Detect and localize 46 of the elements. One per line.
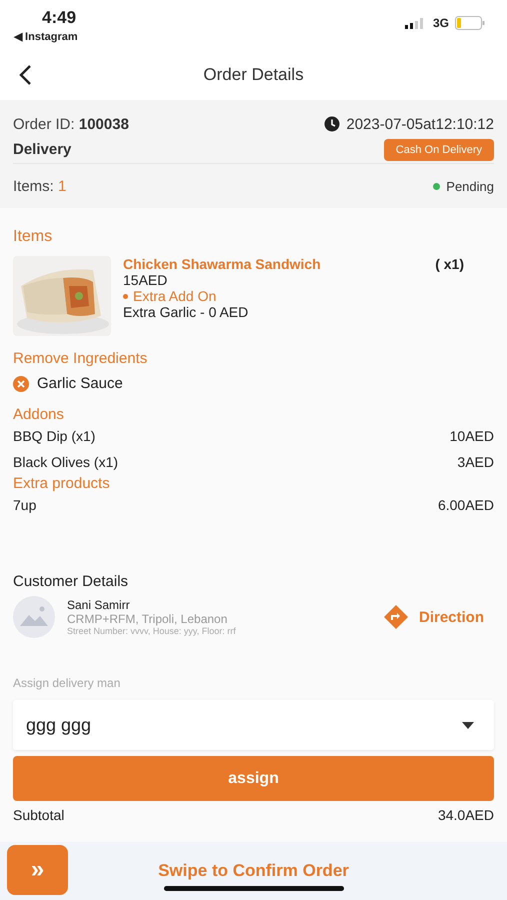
field-label: Assign delivery man (13, 676, 122, 690)
swipe-handle[interactable]: » (7, 845, 68, 895)
extra-heading: Extra Add On (133, 288, 216, 304)
dropdown-caret-icon (462, 722, 474, 728)
section-heading: Customer Details (13, 573, 130, 590)
extra-product-price: 6.00AED (438, 497, 494, 513)
section-heading: Extra products (13, 475, 111, 492)
back-to-app-link[interactable]: ◀ Instagram (14, 30, 78, 43)
remove-icon (13, 376, 29, 392)
assign-button[interactable]: assign (13, 756, 494, 801)
order-type: Delivery (13, 141, 72, 158)
extra-product-name: 7up (13, 497, 36, 513)
address-details: Street Number: vvvv, House: yyy, Floor: rrf (67, 626, 237, 636)
addon-price: 3AED (457, 454, 494, 470)
addon-name: BBQ Dip (x1) (13, 428, 96, 444)
section-heading: Items (13, 228, 54, 246)
swipe-label: Swipe to Confirm Order (158, 861, 349, 881)
order-datetime: 2023-07-05at12:10:12 (346, 116, 494, 132)
product-price: 15AED (123, 272, 168, 288)
payment-method-badge: Cash On Delivery (384, 138, 494, 160)
turn-sign-icon (382, 604, 409, 630)
clock-time: 4:49 (41, 8, 76, 28)
addon-name: Black Olives (x1) (13, 454, 118, 470)
customer-address: CRMP+RFM, Tripoli, Lebanon (67, 612, 228, 626)
avatar-placeholder-icon (13, 596, 55, 638)
battery-icon (455, 16, 485, 30)
order-id: Order ID: 100038 (13, 116, 129, 132)
bullet-icon (123, 294, 128, 298)
order-status: Pending (446, 178, 494, 194)
subtotal-value: 34.0AED (438, 807, 494, 823)
section-heading: Addons (13, 406, 65, 423)
product-quantity: ( x1) (435, 256, 464, 272)
extra-item: Extra Garlic - 0 AED (123, 304, 250, 320)
subtotal-label: Subtotal (13, 807, 64, 823)
network-label: 3G (432, 16, 449, 30)
addon-price: 10AED (450, 428, 494, 444)
removed-ingredient: Garlic Sauce (37, 375, 123, 392)
items-count: Items: 1 (13, 178, 66, 194)
customer-name: Sani Samirr (67, 598, 131, 612)
section-heading: Remove Ingredients (13, 350, 148, 367)
status-dot (433, 182, 440, 190)
product-name: Chicken Shawarma Sandwich (123, 256, 321, 272)
page-title: Order Details (203, 65, 304, 85)
direction-button[interactable]: Direction (382, 604, 494, 630)
delivery-man-dropdown[interactable]: ggg ggg (13, 700, 494, 750)
clock-icon (324, 116, 340, 132)
